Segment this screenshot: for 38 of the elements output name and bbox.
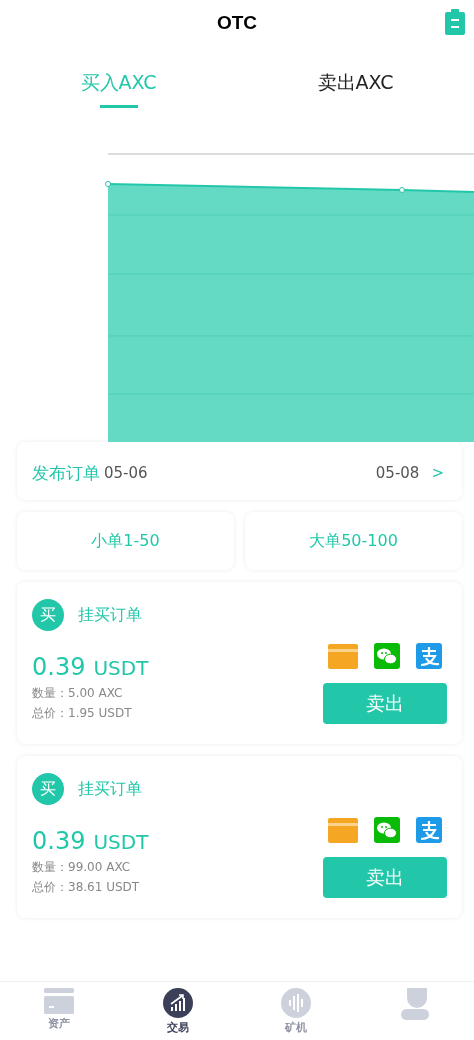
sell-button[interactable]: 卖出 <box>323 683 447 724</box>
price-value: 0.39 <box>32 827 86 855</box>
buy-badge: 买 <box>32 599 64 631</box>
user-icon <box>400 988 429 1020</box>
chat-bubbles-icon <box>374 817 400 843</box>
payment-app-icon <box>416 643 442 669</box>
filter-button[interactable]: 大单50-100 <box>245 512 462 570</box>
quantity-text: 数量：99.00 AXC <box>32 859 132 876</box>
order-title: 挂买订单 <box>78 604 142 626</box>
page-title: OTC <box>216 11 258 34</box>
filter-button[interactable]: 小单1-50 <box>17 512 234 570</box>
tab[interactable]: 买入AXC <box>0 45 237 119</box>
clipboard-icon[interactable] <box>445 9 465 35</box>
total-text: 总价：1.95 USDT <box>32 705 133 722</box>
total-text: 总价：38.61 USDT <box>32 879 141 896</box>
nav-tab[interactable]: 资产 <box>0 982 119 1040</box>
buy-badge: 买 <box>32 773 64 805</box>
chat-bubbles-icon <box>374 643 400 669</box>
price-value: 0.39 <box>32 653 86 681</box>
nav-tab[interactable]: 矿机 <box>237 982 356 1040</box>
bank-card-icon <box>328 817 358 843</box>
nav-tab[interactable]: 交易 <box>118 982 237 1040</box>
sound-wave-icon <box>281 988 312 1018</box>
card-icon <box>44 988 75 1014</box>
axis-label: 05-08 <box>375 463 420 482</box>
publish-label: 发布订单 <box>32 461 100 485</box>
arrow-text: > <box>431 463 444 482</box>
publish-card[interactable]: 发布订单 05-06 05-08 > <box>17 442 462 500</box>
payment-app-icon <box>416 817 442 843</box>
order-title: 挂买订单 <box>78 778 142 800</box>
chart-up-icon <box>162 988 193 1018</box>
tab[interactable]: 卖出AXC <box>237 45 474 119</box>
axis-label: 05-06 <box>104 463 148 482</box>
price-unit: USDT <box>93 830 149 854</box>
price-unit: USDT <box>93 656 149 680</box>
quantity-text: 数量：5.00 AXC <box>32 685 124 702</box>
bank-card-icon <box>328 643 358 669</box>
sell-button[interactable]: 卖出 <box>323 857 447 898</box>
